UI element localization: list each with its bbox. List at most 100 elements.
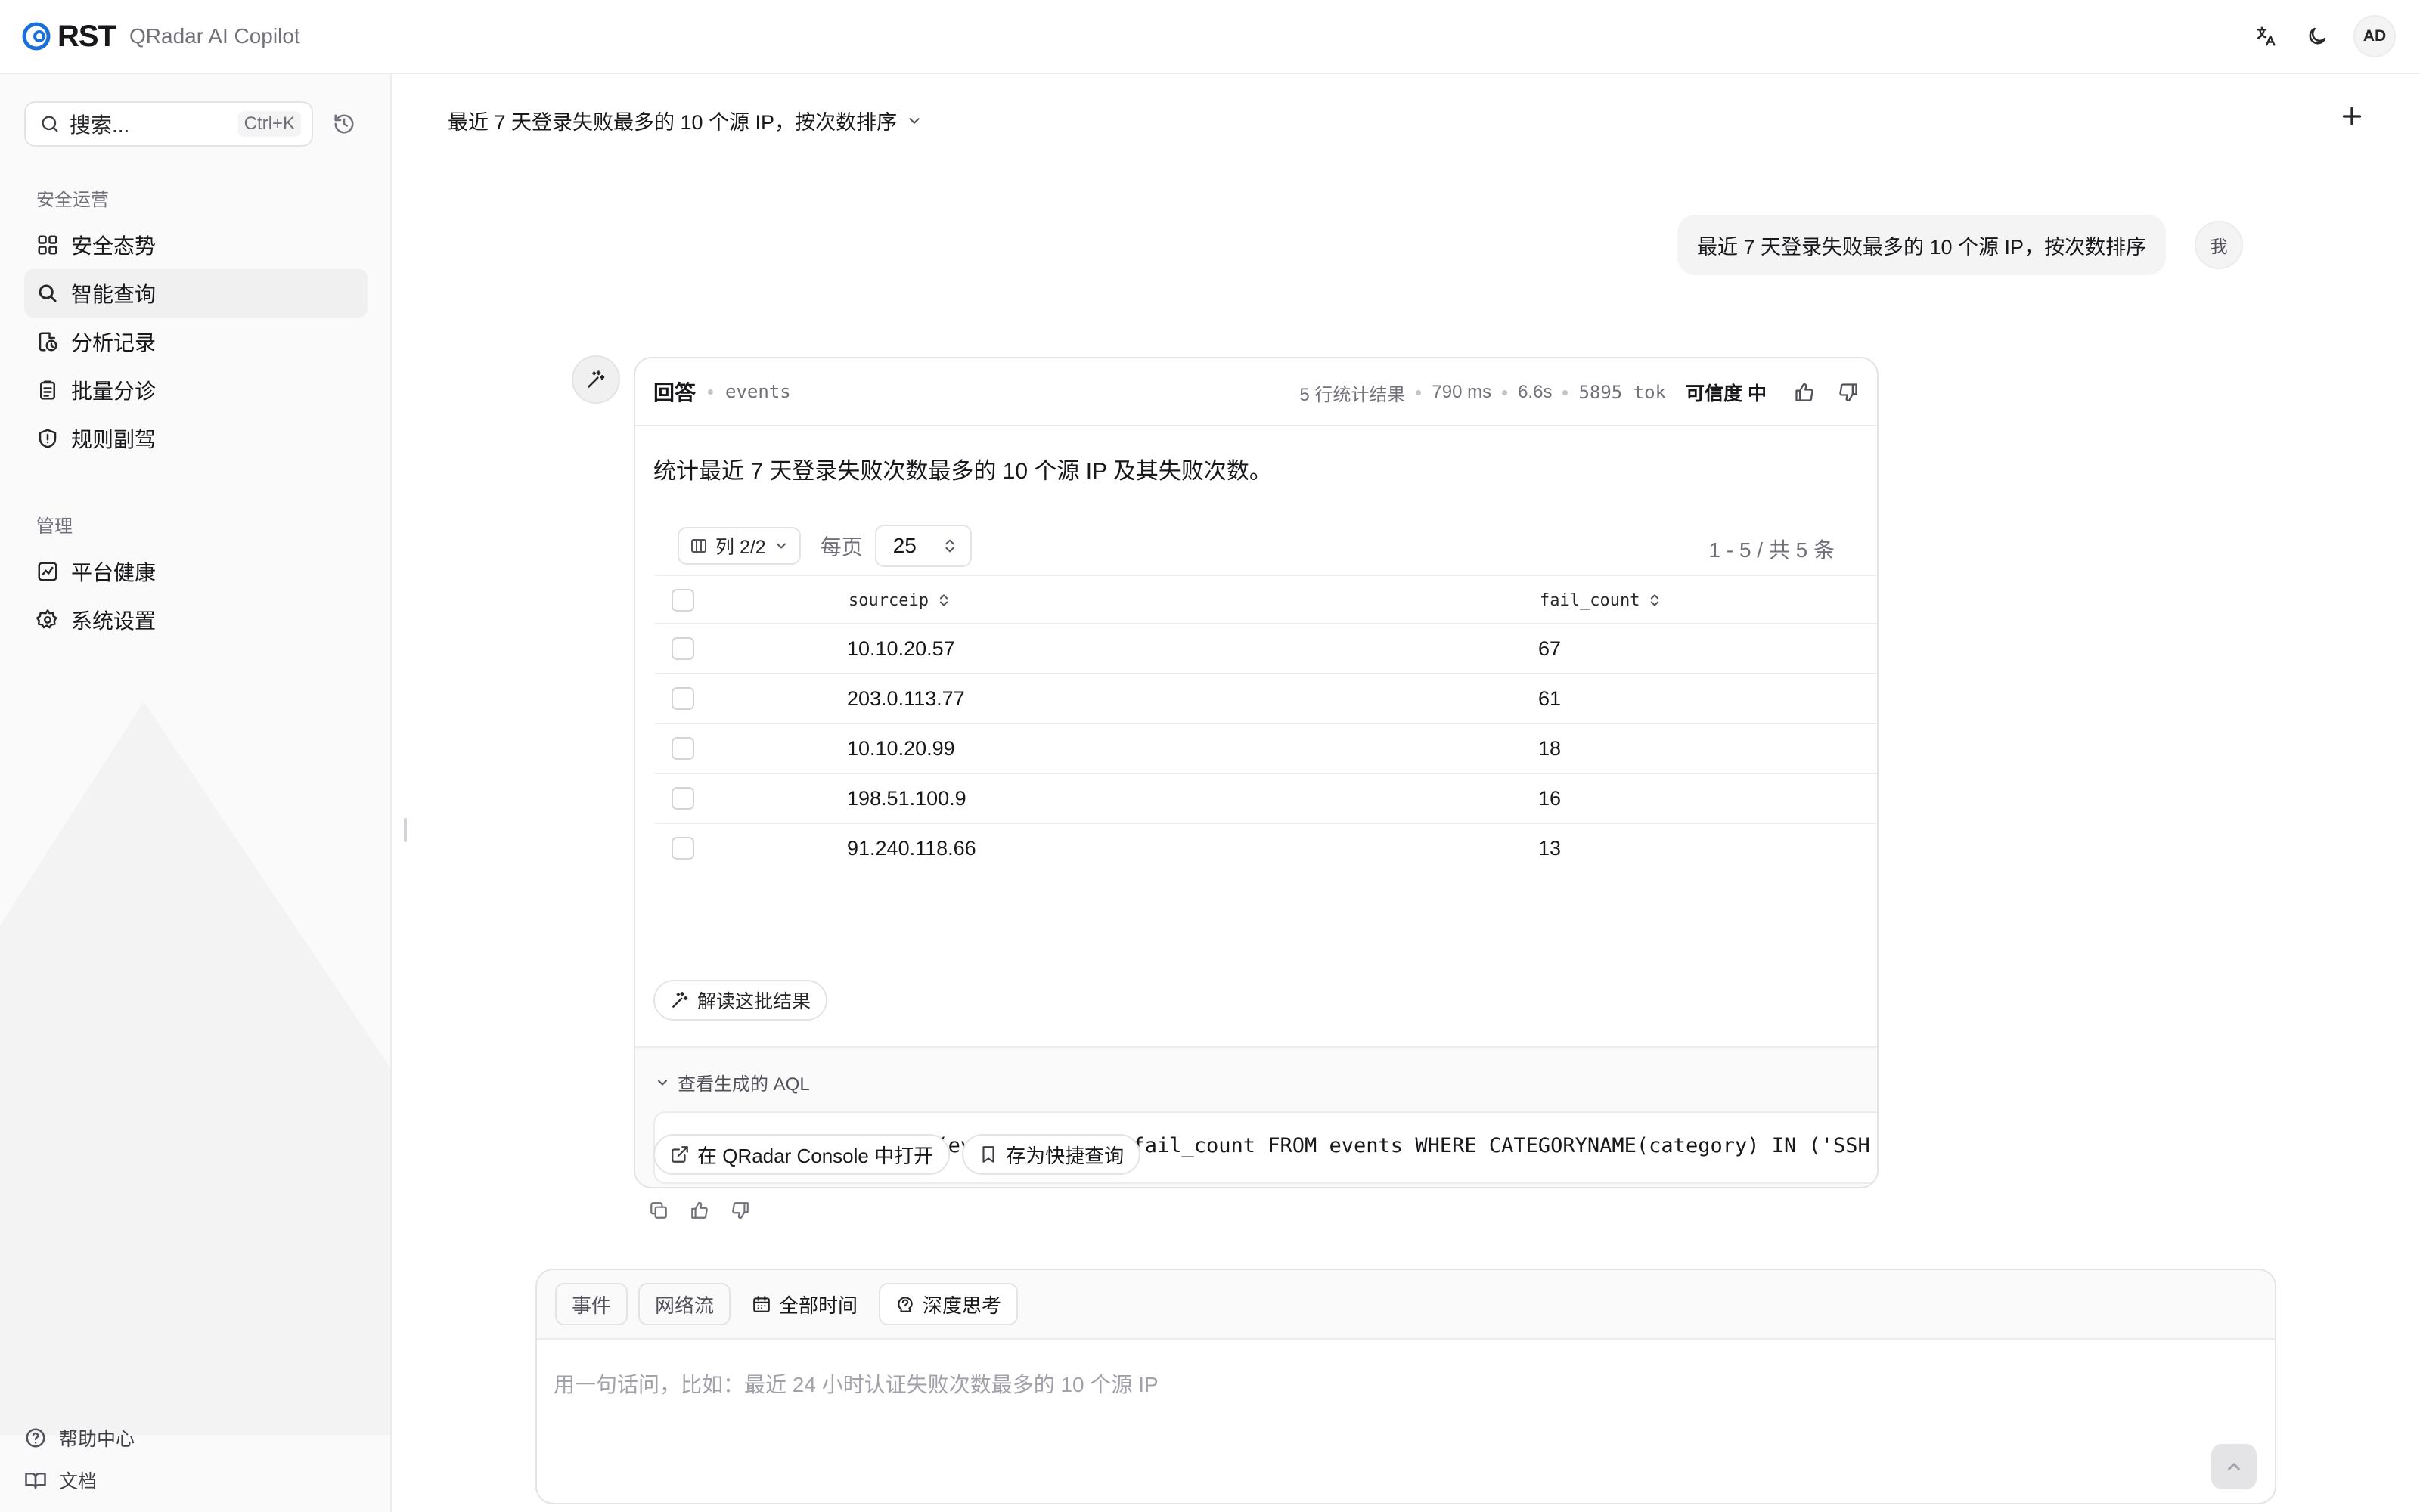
- book-icon: [25, 1473, 46, 1489]
- chevron-up-icon: [2228, 1463, 2240, 1470]
- thumbs-down-button[interactable]: [1838, 382, 1859, 403]
- row-checkbox[interactable]: [672, 837, 694, 860]
- shield-icon: [39, 429, 57, 448]
- activity-icon: [38, 562, 57, 581]
- top-bar: RST QRadar AI Copilot AD: [0, 0, 2420, 74]
- sparkle-wand-icon: [588, 370, 605, 388]
- nav-section-admin: 管理: [36, 516, 73, 537]
- deep-think-chip[interactable]: 深度思考: [879, 1283, 1019, 1325]
- sidebar-item-platform-health[interactable]: 平台健康: [24, 547, 368, 596]
- sidebar-item-system-settings[interactable]: 系统设置: [24, 596, 368, 644]
- new-conversation-button[interactable]: [2338, 103, 2366, 130]
- separator-dot: [1416, 389, 1422, 395]
- scope-flows-chip[interactable]: 网络流: [638, 1283, 731, 1325]
- columns-label: 列 2/2: [715, 537, 766, 558]
- history-button[interactable]: [333, 113, 355, 135]
- brand-logo[interactable]: RST: [21, 20, 116, 54]
- send-button[interactable]: [2211, 1444, 2257, 1489]
- thumbs-up-button[interactable]: [690, 1201, 709, 1220]
- row-checkbox[interactable]: [672, 687, 694, 710]
- column-header-sourceip[interactable]: sourceip: [849, 591, 951, 610]
- cell-sourceip: 203.0.113.77: [847, 686, 965, 710]
- row-checkbox[interactable]: [672, 737, 694, 760]
- aql-toggle-label: 查看生成的 AQL: [678, 1074, 810, 1095]
- thumbs-up-button[interactable]: [1794, 382, 1815, 403]
- open-console-label: 在 QRadar Console 中打开: [697, 1144, 934, 1167]
- chevron-down-icon: [658, 1080, 667, 1085]
- aql-toggle[interactable]: 查看生成的 AQL: [655, 1069, 810, 1095]
- cell-sourceip: 198.51.100.9: [847, 786, 966, 810]
- bookmark-icon: [982, 1146, 994, 1163]
- time-range-chip[interactable]: 全部时间: [741, 1283, 869, 1325]
- search-shortcut: Ctrl+K: [237, 111, 301, 137]
- answer-card-header: 回答 events 5 行统计结果 790 ms 6.6s 5895 tok 可…: [635, 358, 1877, 426]
- sidebar-item-label: 系统设置: [71, 609, 157, 633]
- sidebar-item-rule-copilot[interactable]: 规则副驾: [24, 414, 368, 463]
- composer: 事件 网络流 全部时间 深度思考: [535, 1269, 2276, 1504]
- thumbs-down-button[interactable]: [731, 1201, 750, 1220]
- sidebar-item-help-center[interactable]: 帮助中心: [24, 1424, 135, 1452]
- search-icon: [39, 284, 57, 302]
- table-header-row: sourceip fail_count: [655, 575, 1877, 624]
- sidebar-item-label: 分析记录: [71, 331, 157, 355]
- page-size-select[interactable]: 25: [874, 525, 972, 567]
- sidebar-item-analysis-records[interactable]: 分析记录: [24, 318, 368, 366]
- plus-icon: [2342, 107, 2362, 126]
- brain-icon: [898, 1297, 913, 1312]
- composer-input[interactable]: [554, 1362, 2217, 1408]
- sidebar-item-label: 智能查询: [71, 283, 157, 306]
- sidebar-item-docs[interactable]: 文档: [24, 1467, 97, 1494]
- sidebar-item-label: 安全态势: [71, 234, 157, 258]
- sidebar-item-batch-triage[interactable]: 批量分诊: [24, 366, 368, 414]
- sidebar-item-security-posture[interactable]: 安全态势: [24, 221, 368, 269]
- table-row[interactable]: 198.51.100.9 16: [655, 773, 1877, 823]
- interpret-results-button[interactable]: 解读这批结果: [653, 980, 828, 1021]
- save-quick-query-button[interactable]: 存为快捷查询: [962, 1134, 1141, 1175]
- moon-icon: [2309, 27, 2326, 45]
- answer-card: 回答 events 5 行统计结果 790 ms 6.6s 5895 tok 可…: [634, 357, 1879, 1188]
- column-header-fail-count[interactable]: fail_count: [1540, 591, 1662, 610]
- help-icon: [26, 1428, 45, 1448]
- table-row[interactable]: 10.10.20.99 18: [655, 723, 1877, 773]
- open-in-console-button[interactable]: 在 QRadar Console 中打开: [653, 1134, 951, 1175]
- sidebar-item-label: 规则副驾: [71, 428, 157, 451]
- composer-toolbar: 事件 网络流 全部时间 深度思考: [537, 1270, 2275, 1340]
- calendar-icon: [753, 1296, 770, 1312]
- clipboard-icon: [40, 380, 55, 400]
- columns-icon: [691, 539, 706, 553]
- table-row[interactable]: 10.10.20.57 67: [655, 623, 1877, 673]
- nav-section-security: 安全运营: [36, 190, 109, 210]
- assistant-avatar: [572, 355, 620, 404]
- app-title: QRadar AI Copilot: [129, 24, 300, 48]
- search-icon: [42, 116, 58, 132]
- stats-total-time: 6.6s: [1518, 382, 1553, 402]
- history-icon: [334, 114, 354, 134]
- column-header-label: sourceip: [849, 590, 929, 610]
- pagination-range: 1 - 5 / 共 5 条: [1708, 538, 1835, 562]
- columns-toggle-button[interactable]: 列 2/2: [678, 527, 801, 565]
- save-query-label: 存为快捷查询: [1006, 1144, 1125, 1167]
- cell-sourceip: 91.240.118.66: [847, 836, 976, 860]
- chevron-down-icon: [909, 117, 920, 124]
- language-button[interactable]: [2251, 21, 2281, 51]
- copy-message-button[interactable]: [649, 1201, 669, 1220]
- scope-events-chip[interactable]: 事件: [555, 1283, 628, 1325]
- sidebar-item-label: 文档: [59, 1471, 98, 1492]
- table-row[interactable]: 91.240.118.66 13: [655, 823, 1877, 872]
- cell-fail-count: 67: [1538, 637, 1562, 660]
- message-actions: [649, 1201, 750, 1220]
- select-all-checkbox[interactable]: [672, 589, 694, 612]
- user-avatar-button[interactable]: AD: [2353, 15, 2396, 57]
- row-checkbox[interactable]: [672, 787, 694, 810]
- sparkle-wand-icon: [672, 992, 688, 1008]
- row-checkbox[interactable]: [672, 637, 694, 660]
- separator-dot: [1502, 389, 1508, 395]
- sidebar-item-smart-query[interactable]: 智能查询: [24, 269, 368, 318]
- theme-toggle-button[interactable]: [2302, 21, 2332, 51]
- sidebar-search-input[interactable]: 搜索... Ctrl+K: [24, 101, 313, 147]
- table-row[interactable]: 203.0.113.77 61: [655, 673, 1877, 723]
- conversation-title-dropdown[interactable]: 最近 7 天登录失败最多的 10 个源 IP，按次数排序: [448, 106, 923, 135]
- main-panel: 最近 7 天登录失败最多的 10 个源 IP，按次数排序 最近 7 天登录失败最…: [393, 74, 2420, 1512]
- column-header-label: fail_count: [1540, 590, 1640, 610]
- deep-think-label: 深度思考: [923, 1294, 1002, 1317]
